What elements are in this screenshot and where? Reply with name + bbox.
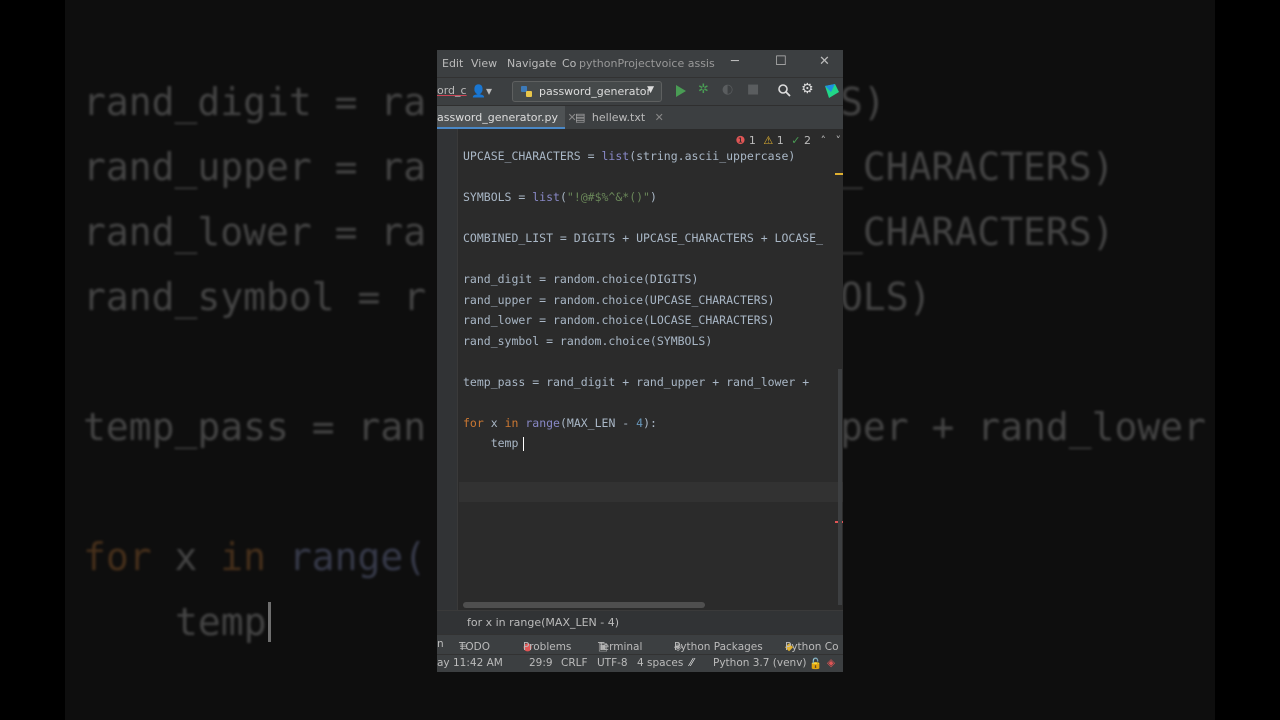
status-message[interactable]: ay 11:42 AM bbox=[437, 657, 503, 669]
code-line: SYMBOLS = list("!@#$%^&*()") bbox=[463, 190, 657, 204]
error-count: 1 bbox=[748, 134, 756, 147]
nav-crumb[interactable]: ord_c bbox=[437, 84, 467, 97]
coverage-icon[interactable]: ◐ bbox=[722, 82, 733, 97]
warning-icon: ⚠ bbox=[763, 134, 774, 147]
lock-icon[interactable]: 🔓 bbox=[809, 657, 822, 670]
tool-window-run[interactable]: n bbox=[437, 638, 444, 650]
packages-label: Python Packages bbox=[674, 641, 763, 653]
code-line: temp bbox=[463, 436, 519, 450]
code-editor[interactable]: ~ ❶ 1 ⚠ 1 ✓ 2 ˄ ˅ UPCASE_CHARACTERS = li… bbox=[437, 129, 843, 610]
code-line: rand_lower = random.choice(LOCASE_CHARAC… bbox=[463, 313, 775, 327]
menu-view[interactable]: View bbox=[471, 57, 497, 70]
run-icon[interactable] bbox=[675, 85, 686, 97]
breadcrumb[interactable]: for x in range(MAX_LEN - 4) bbox=[437, 610, 843, 634]
editor-tabs: assword_generator.py ✕ ▤ hellew.txt ✕ bbox=[437, 105, 843, 130]
typo-icon: ✓ bbox=[791, 134, 801, 147]
todo-label: TODO bbox=[459, 641, 491, 653]
close-icon[interactable]: ✕ bbox=[819, 54, 830, 69]
close-tab-icon[interactable]: ✕ bbox=[655, 111, 664, 124]
menu-edit[interactable]: Edit bbox=[442, 57, 463, 70]
indent-setting[interactable]: 4 spaces bbox=[637, 657, 683, 669]
code-line: rand_symbol = random.choice(SYMBOLS) bbox=[463, 334, 713, 348]
terminal-label: Terminal bbox=[598, 641, 643, 653]
code-line: rand_upper = random.choice(UPCASE_CHARAC… bbox=[463, 293, 775, 307]
jetbrains-toolbox-icon[interactable] bbox=[825, 84, 839, 98]
chevron-down-icon: ▼ bbox=[647, 85, 654, 95]
python-icon bbox=[521, 86, 532, 97]
title-bar: Edit View Navigate Co pythonProjectvoice… bbox=[437, 50, 843, 77]
menu-code[interactable]: Co bbox=[562, 57, 576, 70]
file-encoding[interactable]: UTF-8 bbox=[597, 657, 628, 669]
current-line-highlight bbox=[459, 482, 843, 502]
ide-window: Edit View Navigate Co pythonProjectvoice… bbox=[437, 50, 843, 672]
tab-password-generator[interactable]: assword_generator.py ✕ bbox=[437, 106, 577, 130]
horizontal-scrollbar[interactable] bbox=[463, 602, 705, 608]
console-label: Python Co bbox=[785, 641, 839, 653]
text-file-icon: ▤ bbox=[575, 111, 586, 124]
main-toolbar: ord_c 👤▾ password_generator ▼ ✲ ◐ ■ ⚙ bbox=[437, 77, 843, 105]
warning-count: 1 bbox=[776, 134, 784, 147]
vcs-user-icon[interactable]: 👤▾ bbox=[471, 84, 492, 98]
line-separator[interactable]: CRLF bbox=[561, 657, 588, 669]
typo-count: 2 bbox=[804, 134, 811, 147]
vertical-scrollbar[interactable] bbox=[838, 369, 842, 605]
tab-label: hellew.txt bbox=[591, 111, 646, 124]
code-line: temp_pass = rand_digit + rand_upper + ra… bbox=[463, 375, 810, 389]
search-icon[interactable] bbox=[778, 84, 791, 97]
menu-navigate[interactable]: Navigate bbox=[507, 57, 556, 70]
python-interpreter[interactable]: Python 3.7 (venv) bbox=[713, 657, 807, 669]
code-line: for x in range(MAX_LEN - 4): bbox=[463, 416, 657, 430]
text-caret bbox=[523, 437, 524, 451]
window-title: pythonProjectvoice assistar bbox=[579, 57, 715, 70]
minimize-icon[interactable]: ─ bbox=[731, 54, 739, 69]
inspection-widget[interactable]: ❶ 1 ⚠ 1 ✓ 2 ˄ ˅ bbox=[736, 134, 841, 147]
error-icon: ❶ bbox=[735, 134, 746, 147]
status-bar: ay 11:42 AM 29:9 CRLF UTF-8 4 spaces ⁄⁄ … bbox=[437, 654, 843, 672]
line-gutter[interactable]: ~ bbox=[437, 129, 472, 610]
chevron-up-icon[interactable]: ˄ bbox=[821, 134, 827, 147]
maximize-icon[interactable]: ☐ bbox=[775, 54, 787, 69]
run-configuration-label: password_generator bbox=[539, 85, 652, 98]
caret-position[interactable]: 29:9 bbox=[529, 657, 553, 669]
code-line: UPCASE_CHARACTERS = list(string.ascii_up… bbox=[463, 149, 796, 163]
stop-icon[interactable]: ■ bbox=[747, 82, 759, 97]
code-line: rand_digit = random.choice(DIGITS) bbox=[463, 272, 699, 286]
run-configuration-select[interactable]: password_generator ▼ bbox=[512, 81, 662, 102]
tool-window-bar: n ≡ TODO ● Problems ▣ Terminal ◈ Python … bbox=[437, 634, 843, 654]
chevron-down-icon[interactable]: ˅ bbox=[836, 134, 842, 147]
tab-label: assword_generator.py bbox=[437, 111, 559, 124]
debug-icon[interactable]: ✲ bbox=[698, 82, 709, 97]
code-line: COMBINED_LIST = DIGITS + UPCASE_CHARACTE… bbox=[463, 231, 824, 245]
problems-label: Problems bbox=[523, 641, 572, 653]
event-log-icon[interactable]: ◈ bbox=[827, 657, 835, 669]
gear-icon[interactable]: ⚙ bbox=[801, 81, 814, 97]
tab-hellew[interactable]: ▤ hellew.txt ✕ bbox=[575, 106, 665, 130]
warning-stripe bbox=[835, 173, 843, 175]
no-check-icon[interactable]: ⁄⁄ bbox=[690, 657, 694, 669]
